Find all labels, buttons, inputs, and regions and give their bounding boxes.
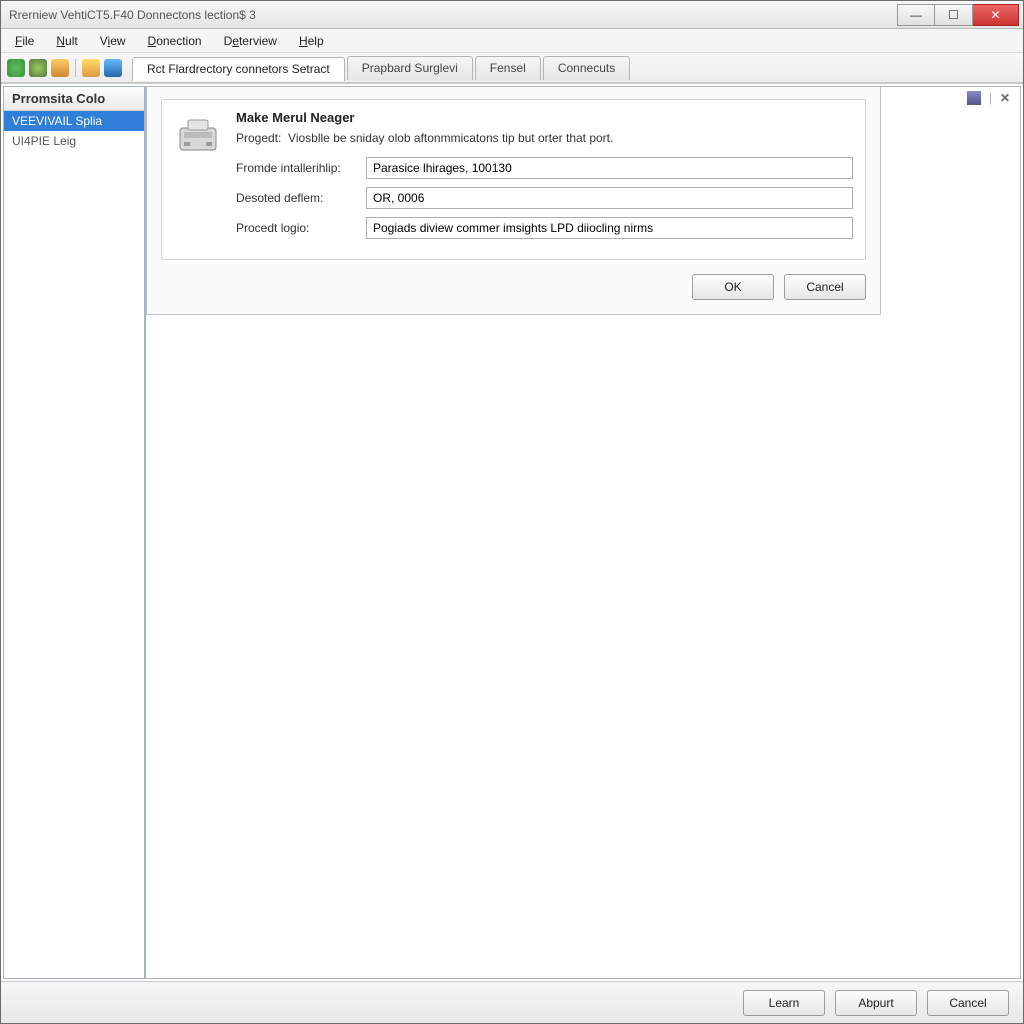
form-row-desoted: Desoted deflem:: [236, 187, 853, 209]
desoted-input[interactable]: [366, 187, 853, 209]
fromde-input[interactable]: [366, 157, 853, 179]
workspace: Prromsita Colo VEEVIVAIL Splia UI4PIE Le…: [1, 83, 1023, 981]
menu-file[interactable]: File: [5, 32, 44, 50]
tab-label: Connecuts: [558, 61, 615, 75]
tab-label: Rct Flardrectory connetors Setract: [147, 62, 330, 76]
toolbar-separator: [75, 59, 76, 77]
menu-deterview[interactable]: Deterview: [214, 32, 287, 50]
menu-nult[interactable]: Nult: [46, 32, 87, 50]
ok-button[interactable]: OK: [692, 274, 774, 300]
tab-connecuts[interactable]: Connecuts: [543, 56, 630, 80]
pane-tools-separator: |: [989, 91, 992, 105]
cancel-button[interactable]: Cancel: [784, 274, 866, 300]
pane-tools: | ✕: [967, 91, 1014, 105]
tool-icon-5[interactable]: [104, 59, 122, 77]
menu-help[interactable]: Help: [289, 32, 334, 50]
sidebar-item-label: VEEVIVAIL Splia: [12, 114, 102, 128]
dialog-desc-label: Progedt:: [236, 131, 281, 145]
sidebar-item-ui4pie[interactable]: UI4PIE Leig: [4, 131, 144, 151]
tab-prapbard[interactable]: Prapbard Surglevi: [347, 56, 473, 80]
learn-button[interactable]: Learn: [743, 990, 825, 1016]
tab-label: Prapbard Surglevi: [362, 61, 458, 75]
tool-icon-4[interactable]: [82, 59, 100, 77]
button-label: OK: [724, 280, 741, 294]
button-label: Learn: [769, 996, 800, 1010]
dialog-panel: Make Merul Neager Progedt: Viosblle be s…: [146, 87, 881, 315]
dialog-body: Make Merul Neager Progedt: Viosblle be s…: [236, 110, 853, 247]
bottom-bar: Learn Abpurt Cancel: [1, 981, 1023, 1023]
minimize-button[interactable]: —: [897, 4, 935, 26]
tab-fensel[interactable]: Fensel: [475, 56, 541, 80]
button-label: Cancel: [949, 996, 986, 1010]
app-window: Rrerniew VehtiCT5.F40 Donnectons lection…: [0, 0, 1024, 1024]
bottom-cancel-button[interactable]: Cancel: [927, 990, 1009, 1016]
dialog-buttons: OK Cancel: [161, 274, 866, 300]
form-row-fromde: Fromde intallerihlip:: [236, 157, 853, 179]
sidebar-header: Prromsita Colo: [4, 87, 144, 111]
sidebar-item-label: UI4PIE Leig: [12, 134, 76, 148]
pane-close-icon[interactable]: ✕: [1000, 91, 1014, 105]
menu-donection[interactable]: Donection: [138, 32, 212, 50]
options-icon[interactable]: [967, 91, 981, 105]
close-button[interactable]: ✕: [973, 4, 1019, 26]
dialog-inner: Make Merul Neager Progedt: Viosblle be s…: [161, 99, 866, 260]
dialog-head: Make Merul Neager Progedt: Viosblle be s…: [174, 110, 853, 247]
button-label: Cancel: [806, 280, 843, 294]
dialog-desc-text: Viosblle be sniday olob aftonmmicatons t…: [288, 131, 613, 145]
maximize-icon: ☐: [948, 8, 959, 22]
titlebar: Rrerniew VehtiCT5.F40 Donnectons lection…: [1, 1, 1023, 29]
form-label: Fromde intallerihlip:: [236, 161, 366, 175]
menu-view[interactable]: View: [90, 32, 136, 50]
tool-icon-3[interactable]: [51, 59, 69, 77]
sidebar: Prromsita Colo VEEVIVAIL Splia UI4PIE Le…: [3, 86, 145, 979]
tab-rct[interactable]: Rct Flardrectory connetors Setract: [132, 57, 345, 81]
close-icon: ✕: [990, 8, 1000, 22]
window-title: Rrerniew VehtiCT5.F40 Donnectons lection…: [5, 8, 897, 22]
form-label: Desoted deflem:: [236, 191, 366, 205]
toolbar: Rct Flardrectory connetors Setract Prapb…: [1, 53, 1023, 83]
tab-strip: Rct Flardrectory connetors Setract Prapb…: [132, 56, 632, 80]
device-icon: [174, 110, 222, 158]
tool-icon-2[interactable]: [29, 59, 47, 77]
procedt-input[interactable]: [366, 217, 853, 239]
sidebar-item-veevivail[interactable]: VEEVIVAIL Splia: [4, 111, 144, 131]
maximize-button[interactable]: ☐: [935, 4, 973, 26]
abpurt-button[interactable]: Abpurt: [835, 990, 917, 1016]
dialog-description: Progedt: Viosblle be sniday olob aftonmm…: [236, 131, 853, 145]
menubar: File Nult View Donection Deterview Help: [1, 29, 1023, 53]
window-buttons: — ☐ ✕: [897, 4, 1019, 26]
tab-label: Fensel: [490, 61, 526, 75]
button-label: Abpurt: [858, 996, 893, 1010]
tool-icon-1[interactable]: [7, 59, 25, 77]
form-row-procedt: Procedt logio:: [236, 217, 853, 239]
minimize-icon: —: [910, 8, 922, 22]
main-pane: | ✕: [145, 86, 1021, 979]
dialog-title: Make Merul Neager: [236, 110, 853, 125]
form-label: Procedt logio:: [236, 221, 366, 235]
